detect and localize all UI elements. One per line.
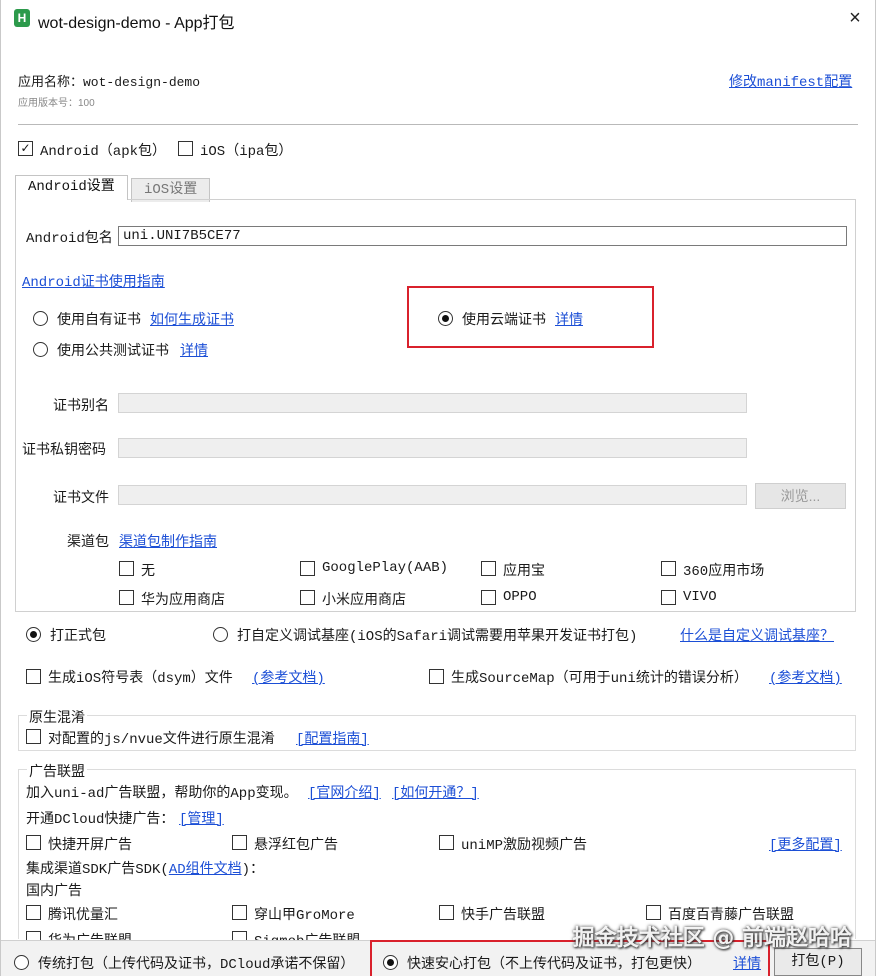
cert-alias-input[interactable] [118, 393, 747, 413]
formal-build-label: 打正式包 [50, 629, 106, 645]
ads-official-link[interactable]: [官网介绍] [308, 782, 381, 802]
ios-checkbox[interactable] [178, 141, 193, 156]
ads-group-title: 广告联盟 [27, 761, 87, 781]
kuaishou-ad-label: 快手广告联盟 [461, 908, 545, 924]
channel-googleplay-checkbox[interactable] [300, 561, 315, 576]
how-generate-cert-link[interactable]: 如何生成证书 [150, 309, 234, 329]
pack-button[interactable]: 打包(P) [774, 948, 862, 976]
float-redpacket-ad-checkbox[interactable] [232, 835, 247, 850]
ads-manage-link[interactable]: [管理] [179, 808, 224, 828]
tencent-ad-label: 腾讯优量汇 [48, 908, 118, 924]
cert-password-label: 证书私钥密码 [22, 443, 106, 459]
unimp-video-ad-label: uniMP激励视频广告 [461, 838, 588, 854]
sdk-ads-label-suffix: )： [241, 862, 265, 878]
sourcemap-checkbox[interactable] [429, 669, 444, 684]
gromore-ad-checkbox[interactable] [232, 905, 247, 920]
splash-ad-label: 快捷开屏广告 [48, 838, 132, 854]
more-config-link[interactable]: [更多配置] [769, 834, 842, 854]
own-cert-radio[interactable] [33, 311, 48, 326]
float-redpacket-ad-label: 悬浮红包广告 [254, 838, 338, 854]
domestic-ads-label: 国内广告 [26, 884, 82, 900]
watermark: 掘金技术社区 @ 前端赵哈哈 [572, 926, 852, 951]
cert-alias-label: 证书别名 [53, 399, 109, 415]
ios-checkbox-label: iOS（ipa包） [200, 144, 293, 160]
package-name-input[interactable]: uni.UNI7B5CE77 [118, 226, 847, 246]
traditional-pack-label: 传统打包（上传代码及证书，DCloud承诺不保留） [38, 957, 355, 973]
android-checkbox[interactable]: ✓ [18, 141, 33, 156]
public-cert-label: 使用公共测试证书 [57, 344, 169, 360]
cert-password-input[interactable] [118, 438, 747, 458]
kuaishou-ad-checkbox[interactable] [439, 905, 454, 920]
cloud-cert-radio[interactable] [438, 311, 453, 326]
obfuscation-label: 对配置的js/nvue文件进行原生混淆 [48, 732, 275, 748]
fast-safe-pack-radio[interactable] [383, 955, 398, 970]
ads-how-open-link[interactable]: [如何开通？] [392, 782, 479, 802]
app-name-label: 应用名称：wot-design-demo [18, 75, 201, 90]
channel-label-item: 无 [141, 564, 155, 580]
baidu-ad-checkbox[interactable] [646, 905, 661, 920]
cert-file-input[interactable] [118, 485, 747, 505]
edit-manifest-link[interactable]: 修改manifest配置 [729, 71, 852, 91]
channel-label-item: 小米应用商店 [322, 593, 406, 609]
android-checkbox-label: Android（apk包） [40, 144, 167, 160]
obfuscation-checkbox[interactable] [26, 729, 41, 744]
hbuilder-logo-icon: H [14, 9, 30, 27]
ad-component-doc-link[interactable]: AD组件文档 [169, 862, 242, 878]
channel-label: 渠道包 [67, 535, 109, 551]
cloud-cert-label: 使用云端证书 [462, 313, 546, 329]
channel-label-item: GooglePlay(AAB) [322, 560, 449, 576]
gromore-ad-label: 穿山甲GroMore [254, 908, 355, 924]
sdk-ads-label: 集成渠道SDK广告SDK(AD组件文档)： [26, 858, 264, 878]
package-name-label: Android包名 [26, 231, 113, 247]
dcloud-ads-label: 开通DCloud快捷广告： [26, 812, 175, 828]
cert-file-label: 证书文件 [53, 491, 109, 507]
dsym-doc-link[interactable]: (参考文档) [252, 667, 325, 687]
custom-base-label: 打自定义调试基座(iOS的Safari调试需要用苹果开发证书打包) [237, 629, 638, 645]
own-cert-label: 使用自有证书 [57, 313, 141, 329]
tab-android-settings[interactable]: Android设置 [15, 175, 128, 200]
channel-huawei-checkbox[interactable] [119, 590, 134, 605]
close-icon[interactable]: × [844, 6, 866, 30]
channel-vivo-checkbox[interactable] [661, 590, 676, 605]
what-is-custom-base-link[interactable]: 什么是自定义调试基座？ [680, 625, 834, 645]
ads-join-text: 加入uni-ad广告联盟，帮助你的App变现。 [26, 786, 298, 802]
obfuscation-group-title: 原生混淆 [27, 707, 87, 727]
sourcemap-doc-link[interactable]: (参考文档) [769, 667, 842, 687]
channel-label-item: VIVO [683, 589, 717, 605]
ios-dsym-label: 生成iOS符号表（dsym）文件 [48, 671, 233, 687]
cloud-cert-detail-link[interactable]: 详情 [555, 309, 583, 329]
fast-safe-pack-label: 快速安心打包（不上传代码及证书，打包更快） [407, 957, 701, 973]
tencent-ad-checkbox[interactable] [26, 905, 41, 920]
cert-guide-link[interactable]: Android证书使用指南 [22, 271, 165, 291]
sdk-ads-label-prefix: 集成渠道SDK广告SDK( [26, 862, 169, 878]
ios-dsym-checkbox[interactable] [26, 669, 41, 684]
channel-oppo-checkbox[interactable] [481, 590, 496, 605]
channel-yingyongbao-checkbox[interactable] [481, 561, 496, 576]
obfuscation-guide-link[interactable]: [配置指南] [296, 728, 369, 748]
formal-build-radio[interactable] [26, 627, 41, 642]
app-version-label: 应用版本号：100 [18, 98, 95, 109]
traditional-pack-radio[interactable] [14, 955, 29, 970]
unimp-video-ad-checkbox[interactable] [439, 835, 454, 850]
custom-base-radio[interactable] [213, 627, 228, 642]
channel-label-item: OPPO [503, 589, 537, 605]
channel-guide-link[interactable]: 渠道包制作指南 [119, 531, 217, 551]
splash-ad-checkbox[interactable] [26, 835, 41, 850]
channel-none-checkbox[interactable] [119, 561, 134, 576]
browse-button[interactable]: 浏览... [755, 483, 846, 509]
public-cert-detail-link[interactable]: 详情 [180, 340, 208, 360]
divider [18, 124, 858, 125]
channel-label-item: 360应用市场 [683, 564, 765, 580]
window-title: wot-design-demo - App打包 [38, 15, 235, 32]
channel-360-checkbox[interactable] [661, 561, 676, 576]
channel-label-item: 应用宝 [503, 564, 545, 580]
channel-xiaomi-checkbox[interactable] [300, 590, 315, 605]
fast-pack-detail-link[interactable]: 详情 [733, 953, 761, 973]
sourcemap-label: 生成SourceMap（可用于uni统计的错误分析） [451, 671, 748, 687]
public-cert-radio[interactable] [33, 342, 48, 357]
channel-label-item: 华为应用商店 [141, 593, 225, 609]
